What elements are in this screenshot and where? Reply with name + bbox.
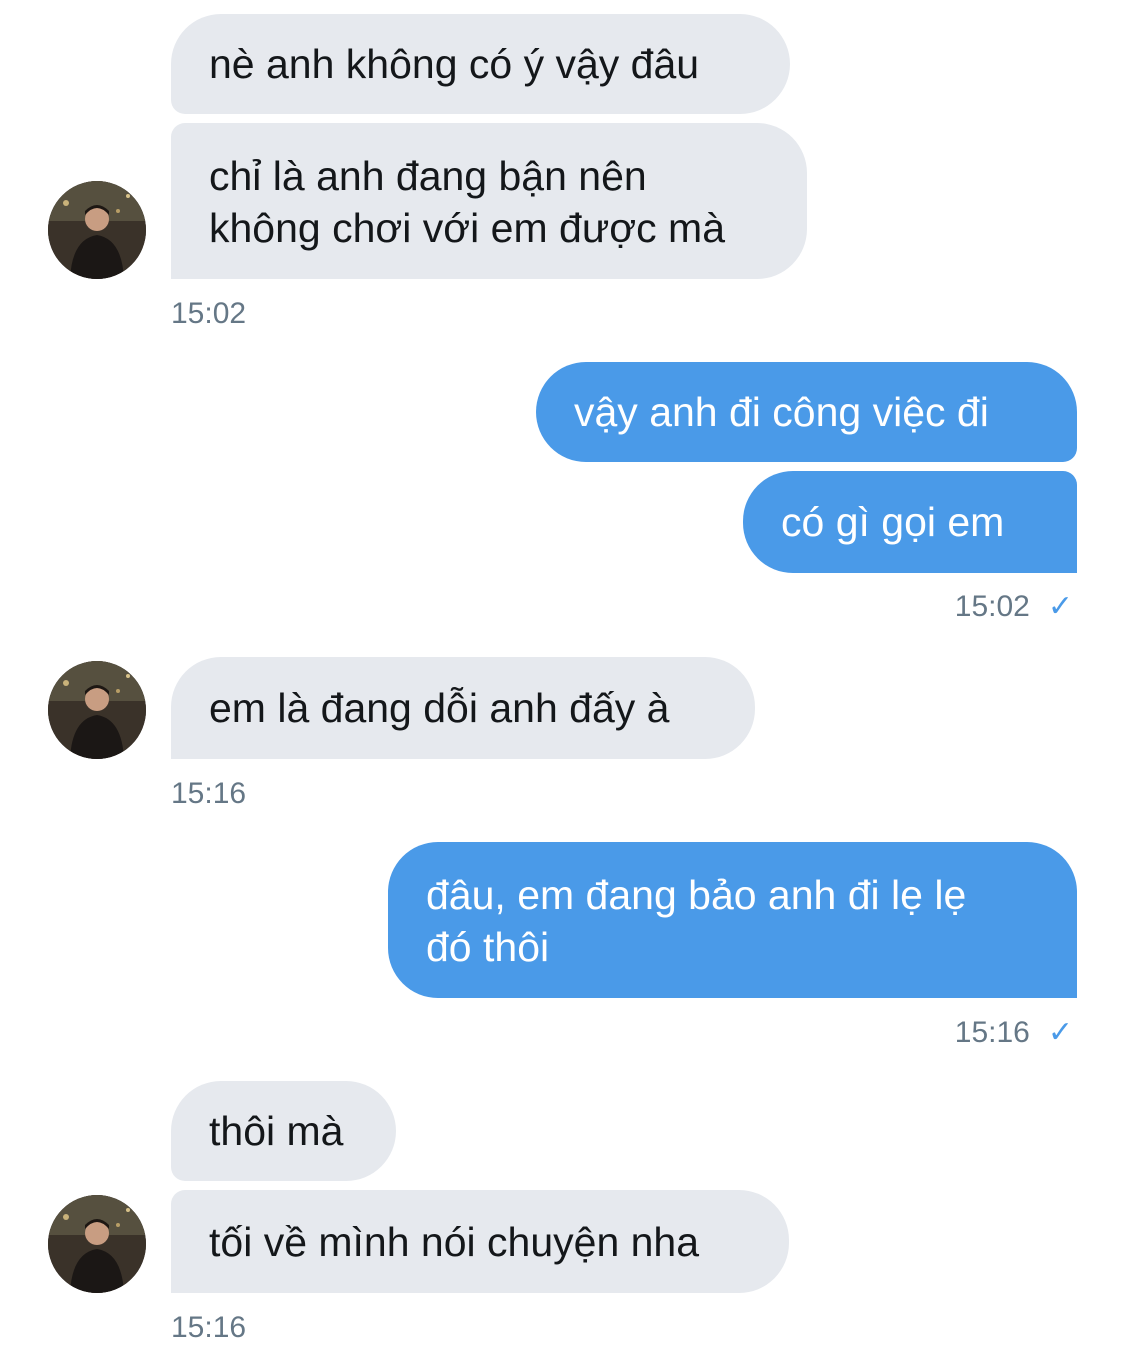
incoming-message-bubble[interactable]: nè anh không có ý vậy đâu bbox=[171, 14, 790, 114]
message-timestamp: 15:02 ✓ bbox=[955, 589, 1073, 625]
read-check-icon: ✓ bbox=[1047, 590, 1073, 623]
message-text: đâu, em đang bảo anh đi lẹ lẹ bbox=[426, 872, 967, 918]
contact-avatar[interactable] bbox=[48, 1195, 146, 1293]
message-text: thôi mà bbox=[209, 1108, 344, 1154]
contact-avatar[interactable] bbox=[48, 661, 146, 759]
message-timestamp: 15:02 bbox=[171, 297, 247, 330]
outgoing-message-bubble[interactable]: đâu, em đang bảo anh đi lẹ lẹ đó thôi bbox=[388, 842, 1077, 998]
incoming-message-bubble[interactable]: em là đang dỗi anh đấy à bbox=[171, 657, 755, 759]
message-text: em là đang dỗi anh đấy à bbox=[209, 685, 670, 731]
message-timestamp: 15:16 bbox=[171, 777, 247, 810]
outgoing-message-bubble[interactable]: vậy anh đi công việc đi bbox=[536, 362, 1077, 462]
message-text: chỉ là anh đang bận nên bbox=[209, 153, 647, 199]
incoming-message-bubble[interactable]: chỉ là anh đang bận nên không chơi với e… bbox=[171, 123, 807, 279]
timestamp-text: 15:02 bbox=[954, 590, 1030, 623]
read-check-icon: ✓ bbox=[1047, 1016, 1073, 1049]
message-text: không chơi với em được mà bbox=[209, 205, 726, 251]
message-text: tối về mình nói chuyện nha bbox=[209, 1219, 700, 1265]
message-timestamp: 15:16 ✓ bbox=[955, 1015, 1073, 1051]
message-text: nè anh không có ý vậy đâu bbox=[209, 41, 700, 87]
contact-avatar[interactable] bbox=[48, 181, 146, 279]
incoming-message-bubble[interactable]: tối về mình nói chuyện nha bbox=[171, 1190, 789, 1293]
chat-thread[interactable]: nè anh không có ý vậy đâu chỉ là anh đan… bbox=[0, 0, 1125, 1355]
message-text: vậy anh đi công việc đi bbox=[574, 389, 989, 435]
incoming-message-bubble[interactable]: thôi mà bbox=[171, 1081, 396, 1181]
message-text: đó thôi bbox=[426, 924, 550, 970]
message-timestamp: 15:16 bbox=[171, 1311, 247, 1344]
message-text: có gì gọi em bbox=[781, 499, 1005, 545]
outgoing-message-bubble[interactable]: có gì gọi em bbox=[743, 471, 1077, 573]
timestamp-text: 15:16 bbox=[954, 1016, 1030, 1049]
